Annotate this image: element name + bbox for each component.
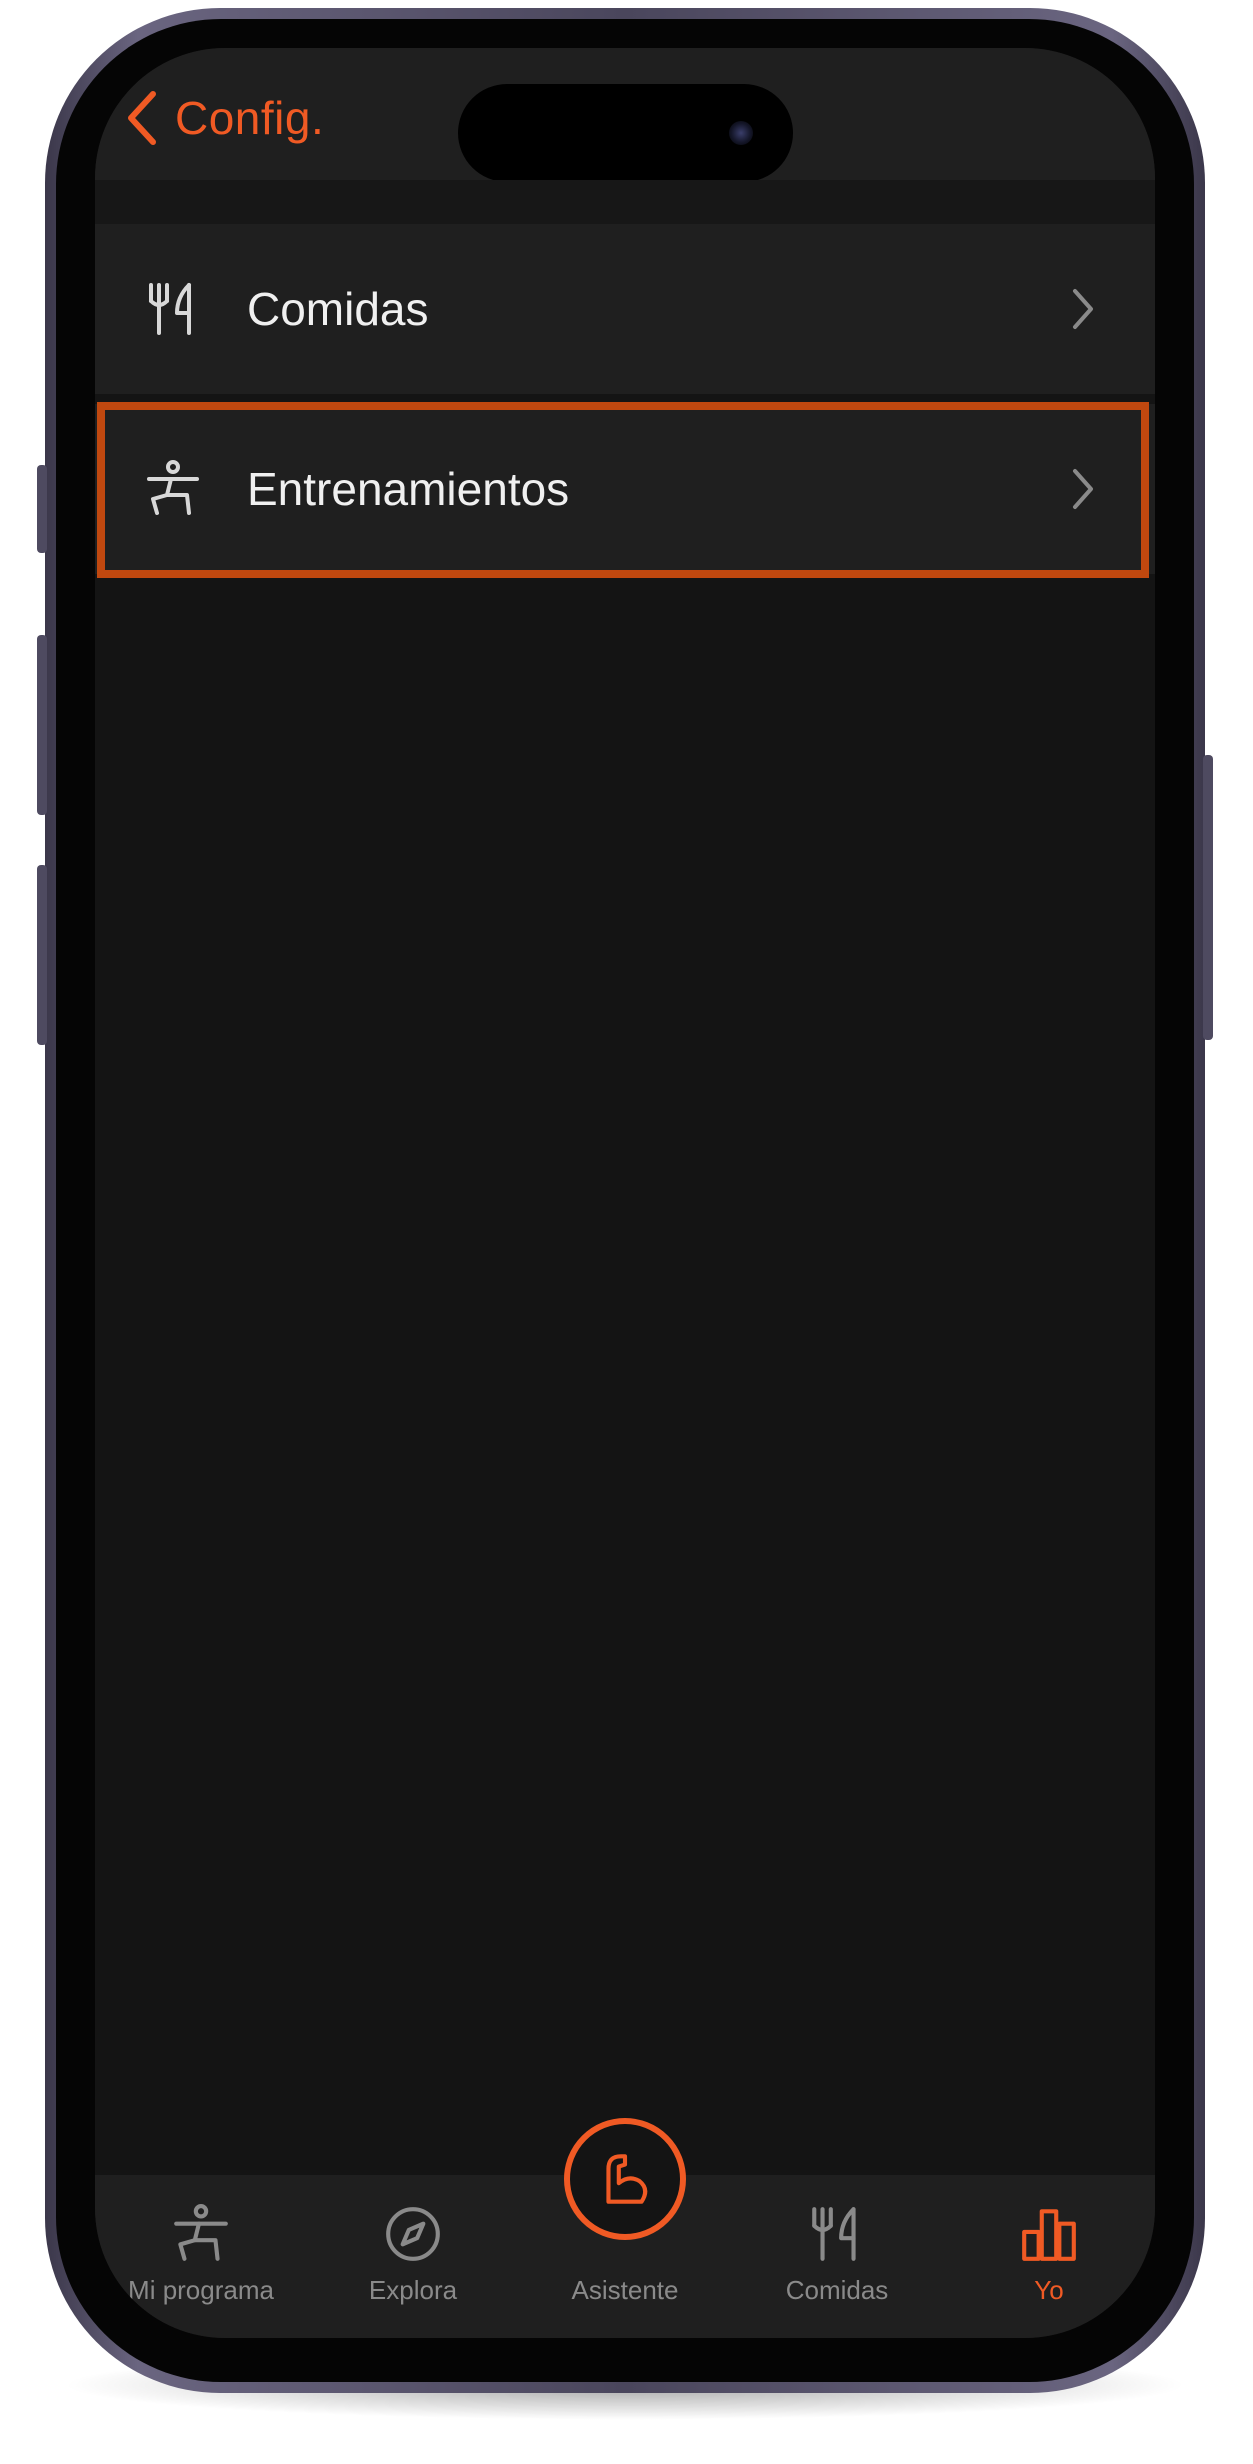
row-divider (95, 394, 1155, 404)
exercise-figure-icon (147, 460, 199, 515)
bar-chart-icon (1022, 2209, 1076, 2261)
exercise-figure-icon (174, 2204, 228, 2261)
front-camera (729, 121, 753, 145)
list-item-label: Entrenamientos (247, 463, 570, 515)
flexed-arm-icon (606, 2154, 648, 2204)
back-label: Config. (175, 92, 325, 144)
tab-mi-programa[interactable]: Mi programa (95, 2175, 307, 2338)
tab-label: Asistente (571, 2275, 679, 2305)
list-item-entrenamientos[interactable]: Entrenamientos (95, 404, 1155, 574)
fork-knife-icon (812, 2207, 856, 2261)
dynamic-island (458, 84, 793, 182)
screen: Config. Comidas Entrenamientos Mi progra… (95, 48, 1155, 2338)
mute-switch (37, 465, 47, 553)
tab-label: Comidas (785, 2275, 889, 2305)
volume-down-button (37, 865, 47, 1045)
chevron-left-icon (128, 91, 156, 145)
power-button (1203, 755, 1213, 1040)
back-button[interactable]: Config. (125, 86, 324, 150)
assistant-button[interactable] (564, 2118, 686, 2240)
fork-knife-icon (149, 283, 191, 335)
list-item-comidas[interactable]: Comidas (95, 224, 1155, 394)
section-separator (95, 180, 1155, 224)
list-item-label: Comidas (247, 283, 429, 335)
tab-yo[interactable]: Yo (943, 2175, 1155, 2338)
tab-label: Yo (1034, 2275, 1064, 2305)
volume-up-button (37, 635, 47, 815)
tab-label: Mi programa (128, 2275, 274, 2305)
tab-label: Explora (368, 2275, 458, 2305)
chevron-right-icon (1073, 469, 1093, 509)
chevron-right-icon (1073, 289, 1093, 329)
compass-icon (386, 2207, 440, 2261)
